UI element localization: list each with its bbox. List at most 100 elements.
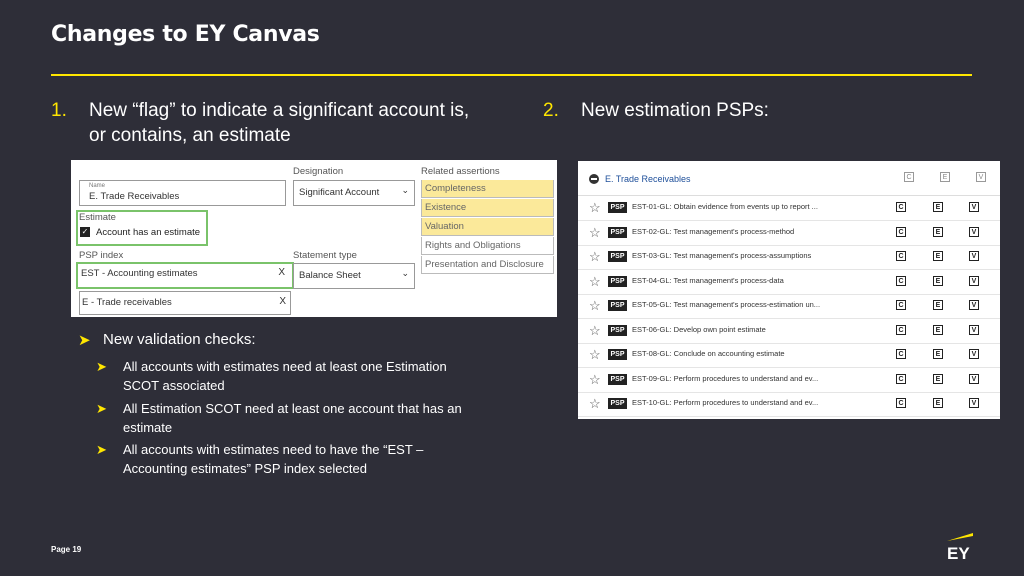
validation-item-3-line1: All accounts with estimates need to have… — [123, 442, 424, 457]
validation-item-3-line2: Accounting estimates” PSP index selected — [123, 461, 368, 476]
star-icon[interactable]: ☆ — [589, 200, 601, 216]
psp-row[interactable]: ☆ PSP EST-01-GL: Obtain evidence from even… — [578, 196, 1000, 221]
clear-icon[interactable]: X — [279, 296, 286, 307]
psp-row-text[interactable]: EST-06-GL: Develop own point estimate — [632, 325, 766, 334]
checkbox-c[interactable]: C — [896, 226, 906, 237]
checkbox-v[interactable]: V — [969, 300, 979, 310]
psp-row-text[interactable]: EST-10-GL: Perform procedures to underst… — [632, 398, 818, 407]
validation-item-3: ➤ All accounts with estimates need to ha… — [96, 440, 496, 478]
psp-row-text[interactable]: EST-08-GL: Conclude on accounting estima… — [632, 349, 785, 358]
star-icon[interactable]: ☆ — [589, 372, 601, 388]
checkbox-v[interactable]: V — [969, 398, 979, 408]
psp-row[interactable]: ☆ PSP EST-05-GL: Test management's process… — [578, 294, 1000, 319]
psp-badge: PSP — [608, 226, 627, 238]
assertion-rights[interactable]: Rights and Obligations — [421, 237, 554, 255]
column-c-header: C — [904, 172, 914, 182]
psp-badge: PSP — [608, 373, 627, 385]
page-number: Page 19 — [51, 545, 82, 554]
checkbox-v[interactable]: V — [969, 349, 979, 359]
star-icon[interactable]: ☆ — [589, 274, 601, 290]
checkbox-v[interactable]: V — [969, 251, 979, 261]
checkbox-c[interactable]: C — [896, 202, 906, 212]
star-icon[interactable]: ☆ — [589, 225, 601, 241]
psp-row-text[interactable]: EST-01-GL: Obtain evidence from events u… — [632, 202, 818, 211]
psp-list-screenshot: E. Trade Receivables C E V ☆ PSP EST-01-GL… — [578, 161, 1000, 419]
checkbox-v[interactable]: V — [969, 275, 979, 286]
checkbox-c[interactable]: C — [896, 398, 906, 408]
point-1: 1. New “flag” to indicate a significant … — [51, 98, 511, 150]
checkbox-e[interactable]: E — [933, 324, 943, 335]
checkbox-c[interactable]: C — [896, 300, 906, 310]
psp-index-field-2[interactable]: E - Trade receivables X — [79, 291, 291, 315]
psp-badge: PSP — [608, 202, 627, 213]
checkbox-e[interactable]: E — [933, 275, 943, 286]
psp-badge: PSP — [608, 349, 627, 360]
point-1-line1: New “flag” to indicate a significant acc… — [89, 100, 470, 121]
psp-row-text[interactable]: EST-09-GL: Perform procedures to underst… — [632, 374, 818, 383]
psp-index-value-2: E - Trade receivables — [82, 297, 172, 308]
assertion-existence[interactable]: Existence — [421, 199, 554, 217]
psp-row[interactable]: ☆ PSP EST-06-GL: Develop own point estimat… — [578, 319, 1000, 344]
star-icon[interactable]: ☆ — [589, 249, 601, 265]
arrow-bullet-icon: ➤ — [96, 359, 107, 374]
assertion-completeness[interactable]: Completeness — [421, 180, 554, 198]
checkbox-v[interactable]: V — [969, 202, 979, 212]
account-group-title[interactable]: E. Trade Receivables — [605, 174, 691, 184]
psp-row[interactable]: ☆ PSP EST-04-GL: Test management's process… — [578, 270, 1000, 295]
psp-row-text[interactable]: EST-05-GL: Test management's process-est… — [632, 300, 820, 309]
collapse-icon[interactable] — [589, 174, 599, 184]
psp-row[interactable]: ☆ PSP EST-10-GL: Perform procedures to und… — [578, 392, 1000, 417]
assertion-valuation[interactable]: Valuation — [421, 218, 554, 236]
checkbox-v[interactable]: V — [969, 226, 979, 237]
checkbox-c[interactable]: C — [896, 349, 906, 359]
psp-badge: PSP — [608, 300, 627, 311]
checkbox-c[interactable]: C — [896, 275, 906, 286]
psp-row[interactable]: ☆ PSP EST-08-GL: Conclude on accounting es… — [578, 343, 1000, 368]
ey-logo-text: EY — [947, 544, 970, 561]
checkbox-e[interactable]: E — [933, 349, 943, 359]
point-1-line2: or contains, an estimate — [89, 125, 291, 146]
arrow-bullet-icon: ➤ — [96, 442, 107, 457]
slide-title: Changes to EY Canvas — [51, 22, 320, 47]
checkbox-v[interactable]: V — [969, 324, 979, 335]
validation-heading: ➤ New validation checks: — [78, 331, 378, 351]
validation-item-2-line2: estimate — [123, 420, 173, 435]
checkbox-c[interactable]: C — [896, 373, 906, 384]
arrow-bullet-icon: ➤ — [96, 401, 107, 416]
checkbox-e[interactable]: E — [933, 398, 943, 408]
checkbox-c[interactable]: C — [896, 324, 906, 335]
psp-row[interactable]: ☆ PSP EST-02-GL: Test management's process… — [578, 221, 1000, 246]
psp-row-text[interactable]: EST-04-GL: Test management's process-dat… — [632, 276, 784, 285]
checkbox-e[interactable]: E — [933, 226, 943, 237]
psp-badge: PSP — [608, 324, 627, 336]
assertions-label: Related assertions — [421, 166, 500, 177]
validation-item-1-line1: All accounts with estimates need at leas… — [123, 359, 447, 374]
checkbox-c[interactable]: C — [896, 251, 906, 261]
psp-badge: PSP — [608, 251, 627, 262]
psp-row-text[interactable]: EST-03-GL: Test management's process-ass… — [632, 251, 811, 260]
star-icon[interactable]: ☆ — [589, 396, 601, 412]
checkbox-e[interactable]: E — [933, 251, 943, 261]
validation-item-2-line1: All Estimation SCOT need at least one ac… — [123, 401, 462, 416]
psp-row-text[interactable]: EST-02-GL: Test management's process-met… — [632, 227, 794, 236]
psp-row[interactable]: ☆ PSP EST-03-GL: Test management's process… — [578, 245, 1000, 270]
checkbox-v[interactable]: V — [969, 373, 979, 384]
checkbox-e[interactable]: E — [933, 373, 943, 384]
ey-logo: EY — [945, 531, 975, 563]
column-e-header: E — [940, 172, 950, 182]
arrow-bullet-icon: ➤ — [78, 332, 91, 349]
point-2: 2. New estimation PSPs: — [543, 98, 843, 124]
star-icon[interactable]: ☆ — [589, 347, 601, 363]
column-v-header: V — [976, 172, 986, 182]
validation-item-1-line2: SCOT associated — [123, 378, 225, 393]
assertions-list: Completeness Existence Valuation Rights … — [71, 180, 557, 278]
assertion-presentation[interactable]: Presentation and Disclosure — [421, 256, 554, 274]
checkbox-e[interactable]: E — [933, 300, 943, 310]
psp-badge: PSP — [608, 275, 627, 287]
star-icon[interactable]: ☆ — [589, 298, 601, 314]
validation-heading-text: New validation checks: — [103, 331, 256, 348]
account-form-screenshot: Name E. Trade Receivables Estimate ✓ Acc… — [71, 160, 557, 317]
psp-row[interactable]: ☆ PSP EST-09-GL: Perform procedures to und… — [578, 368, 1000, 393]
star-icon[interactable]: ☆ — [589, 323, 601, 339]
checkbox-e[interactable]: E — [933, 202, 943, 212]
